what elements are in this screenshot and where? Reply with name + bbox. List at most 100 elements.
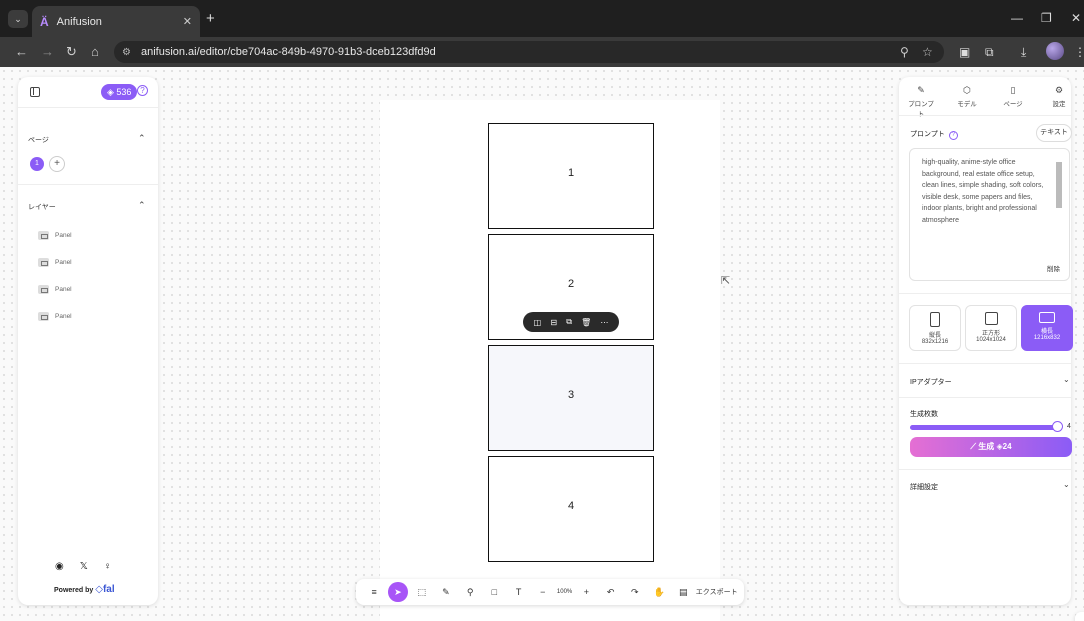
close-window-icon[interactable]: ✕ (1071, 11, 1081, 25)
select-tool-icon[interactable]: ➤ (388, 582, 408, 602)
pages-section-title: ページ (28, 137, 49, 144)
ip-adapter-chevron-icon[interactable]: ⌄ (1063, 375, 1070, 384)
marquee-tool-icon[interactable]: ⬚ (410, 582, 434, 602)
browser-tab[interactable]: Ä Anifusion ✕ (32, 6, 200, 37)
layer-item[interactable]: Panel (38, 229, 72, 241)
undo-icon[interactable]: ↶ (599, 582, 623, 602)
advanced-chevron-icon[interactable]: ⌄ (1063, 480, 1070, 489)
restore-icon[interactable]: ❐ (1041, 11, 1052, 25)
comic-panel[interactable]: 3 (488, 345, 654, 451)
extension-icon[interactable]: ▣ (959, 45, 970, 59)
redo-icon[interactable]: ↷ (623, 582, 647, 602)
close-tab-icon[interactable]: ✕ (183, 15, 192, 28)
split-horizontal-icon[interactable]: ⊟ (550, 318, 557, 327)
profile-avatar[interactable] (1046, 42, 1064, 60)
portrait-icon (930, 312, 940, 327)
zoom-in-icon[interactable]: + (574, 582, 598, 602)
x-icon[interactable]: 𝕏 (80, 561, 88, 572)
pen-tool-icon[interactable]: ✎ (434, 582, 458, 602)
generate-cost: 24 (1002, 442, 1012, 451)
cube-icon: ⬡ (963, 85, 971, 95)
tab-prompt[interactable]: ✎プロンプト (905, 85, 937, 118)
ip-adapter-label[interactable]: IPアダプター (910, 377, 952, 387)
discord-icon[interactable]: ◉ (55, 561, 64, 572)
new-tab-button[interactable]: + (206, 10, 215, 28)
tab-model[interactable]: ⬡ モデル (951, 85, 983, 108)
zoom-icon[interactable]: ⚲ (900, 45, 909, 59)
divider (899, 293, 1071, 294)
square-icon (984, 312, 998, 325)
panel-number: 1 (567, 167, 575, 179)
count-slider-handle[interactable] (1052, 421, 1063, 432)
layer-label: Panel (55, 231, 72, 239)
ratio-landscape-button[interactable]: 横長 1216x832 (1021, 305, 1073, 351)
panel-number: 3 (567, 389, 575, 401)
text-tool-icon[interactable]: T (506, 582, 530, 602)
site-info-icon[interactable]: ⚙ (122, 47, 131, 58)
menu-icon[interactable]: ≡ (362, 582, 386, 602)
zoom-out-icon[interactable]: − (531, 582, 555, 602)
prompt-label-text: プロンプト (910, 131, 945, 138)
powered-by[interactable]: Powered by ◇fal (54, 584, 115, 595)
layers-collapse-chevron-icon[interactable]: ⌃ (138, 200, 146, 211)
tab-page[interactable]: ▯ ページ (997, 85, 1029, 108)
layer-item[interactable]: Panel (38, 283, 72, 295)
split-vertical-icon[interactable]: ◫ (534, 318, 542, 327)
tab-label: ページ (1003, 101, 1023, 108)
help-icon[interactable]: ? (948, 131, 958, 140)
duplicate-icon[interactable]: ⧉ (566, 317, 572, 327)
forward-icon[interactable]: → (41, 44, 54, 60)
text-button[interactable]: テキスト (1036, 124, 1072, 142)
count-slider-track[interactable] (910, 425, 1061, 430)
panel-layer-icon (38, 257, 49, 267)
generate-button[interactable]: ⟋ 生成 ◈24 (910, 437, 1072, 457)
bookmark-star-icon[interactable]: ☆ (922, 45, 933, 59)
file-icon: ▯ (1010, 85, 1016, 95)
menu-icon[interactable]: ⋮ (1074, 45, 1084, 59)
add-page-button[interactable]: + (49, 156, 65, 172)
pages-collapse-chevron-icon[interactable]: ⌃ (138, 133, 146, 144)
minimize-icon[interactable]: — (1011, 11, 1023, 25)
save-icon[interactable]: ▤ (671, 582, 695, 602)
trash-icon[interactable]: 🗑 (581, 318, 591, 327)
export-button[interactable]: エクスポート (695, 582, 738, 602)
download-icon[interactable]: ⤓ (1021, 45, 1026, 60)
help-icon[interactable]: ? (137, 85, 148, 96)
count-label: 生成枚数 (910, 411, 938, 418)
page-1-button[interactable]: 1 (30, 157, 44, 171)
hand-tool-icon[interactable]: ✋ (647, 582, 671, 602)
sidebar-toggle-icon[interactable] (30, 87, 40, 97)
comic-panel[interactable]: 4 (488, 456, 654, 562)
pin-tool-icon[interactable]: ⚲ (458, 582, 482, 602)
url-field[interactable]: ⚙ anifusion.ai/editor/cbe704ac-849b-4970… (114, 41, 944, 63)
comic-page-canvas[interactable]: 1 2 3 4 (380, 100, 720, 621)
reload-icon[interactable]: ↻ (66, 44, 77, 60)
back-icon[interactable]: ← (15, 44, 28, 60)
prompt-textarea[interactable]: high-quality, anime-style office backgro… (909, 148, 1070, 281)
ratio-name: 横長 (1040, 329, 1053, 335)
divider (899, 469, 1071, 470)
ratio-size: 1024x1024 (976, 337, 1006, 343)
credits-badge[interactable]: ◈ 536 (101, 84, 138, 100)
fal-logo: ◇fal (95, 584, 115, 595)
comic-panel[interactable]: 1 (488, 123, 654, 229)
lightbulb-icon[interactable]: ♀ (104, 561, 112, 572)
more-icon[interactable]: ⋯ (600, 318, 608, 327)
divider (899, 363, 1071, 364)
edge-handle[interactable] (1075, 612, 1084, 621)
wand-icon: ⟋ (970, 442, 977, 451)
rectangle-tool-icon[interactable]: □ (482, 582, 506, 602)
layer-item[interactable]: Panel (38, 310, 72, 322)
ratio-portrait-button[interactable]: 縦長 832x1216 (909, 305, 961, 351)
tab-search-button[interactable]: ⌄ (8, 10, 28, 28)
ratio-square-button[interactable]: 正方形 1024x1024 (965, 305, 1017, 351)
prompt-scrollbar[interactable] (1056, 152, 1062, 272)
delete-prompt-button[interactable]: 削除 (1047, 263, 1060, 273)
puzzle-icon[interactable]: ⧉ (985, 45, 994, 60)
pencil-icon: ✎ (917, 85, 925, 95)
tab-settings[interactable]: ⚙ 設定 (1043, 85, 1075, 108)
scrollbar-thumb[interactable] (1056, 162, 1062, 208)
layer-item[interactable]: Panel (38, 256, 72, 268)
home-icon[interactable]: ⌂ (91, 44, 99, 60)
advanced-settings-label[interactable]: 詳細設定 (910, 482, 938, 492)
